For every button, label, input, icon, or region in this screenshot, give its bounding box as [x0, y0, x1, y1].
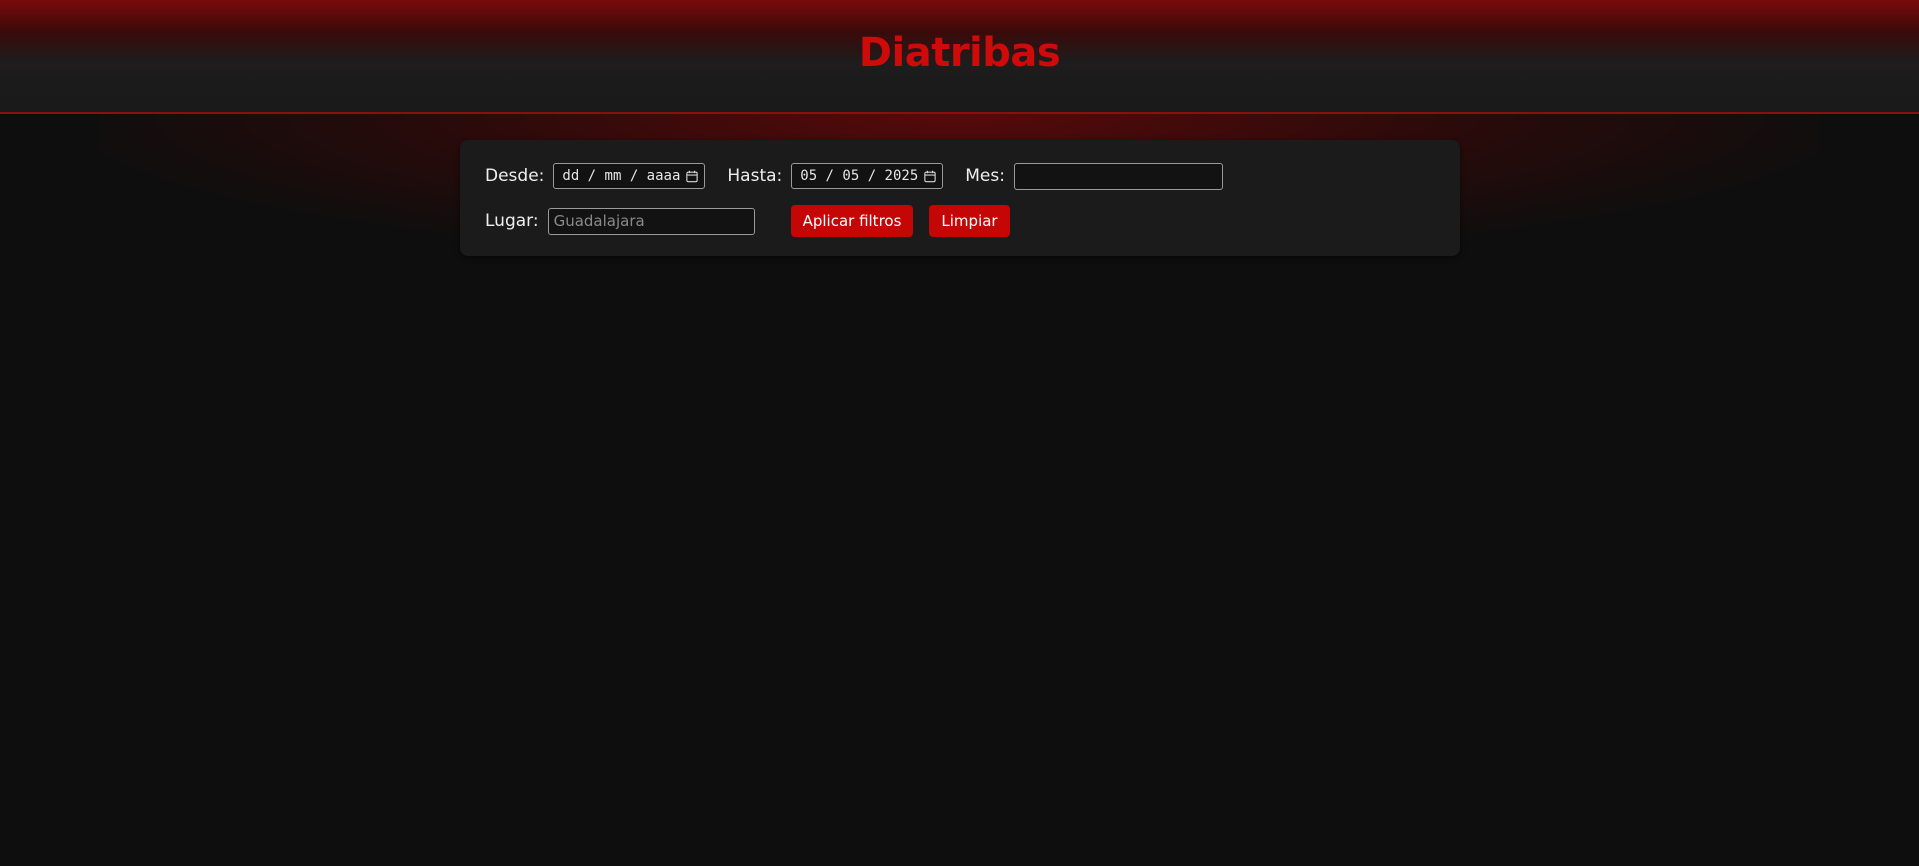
mes-label: Mes:	[965, 166, 1005, 186]
hasta-label: Hasta:	[727, 166, 783, 186]
hasta-date-value: 05 / 05 / 2025	[800, 168, 919, 184]
calendar-icon[interactable]	[686, 169, 699, 184]
hasta-date-input[interactable]: 05 / 05 / 2025	[791, 163, 944, 189]
filter-row-place: Lugar: Aplicar filtros Limpiar	[485, 205, 1010, 237]
desde-date-input[interactable]: dd / mm / aaaa	[553, 163, 706, 189]
site-header: Diatribas	[0, 0, 1919, 114]
apply-filters-button[interactable]: Aplicar filtros	[790, 205, 914, 237]
lugar-input[interactable]	[547, 207, 755, 235]
calendar-icon[interactable]	[924, 169, 936, 184]
clear-button[interactable]: Limpiar	[929, 205, 1010, 237]
lugar-label: Lugar:	[485, 211, 539, 231]
filter-row-dates: Desde: dd / mm / aaaa Hasta: 05 / 05 / 2…	[485, 161, 1223, 191]
desde-date-value: dd / mm / aaaa	[562, 168, 681, 184]
desde-label: Desde:	[485, 166, 545, 186]
site-title: Diatribas	[858, 30, 1061, 76]
mes-input[interactable]	[1013, 162, 1223, 190]
filter-panel	[460, 140, 1460, 256]
